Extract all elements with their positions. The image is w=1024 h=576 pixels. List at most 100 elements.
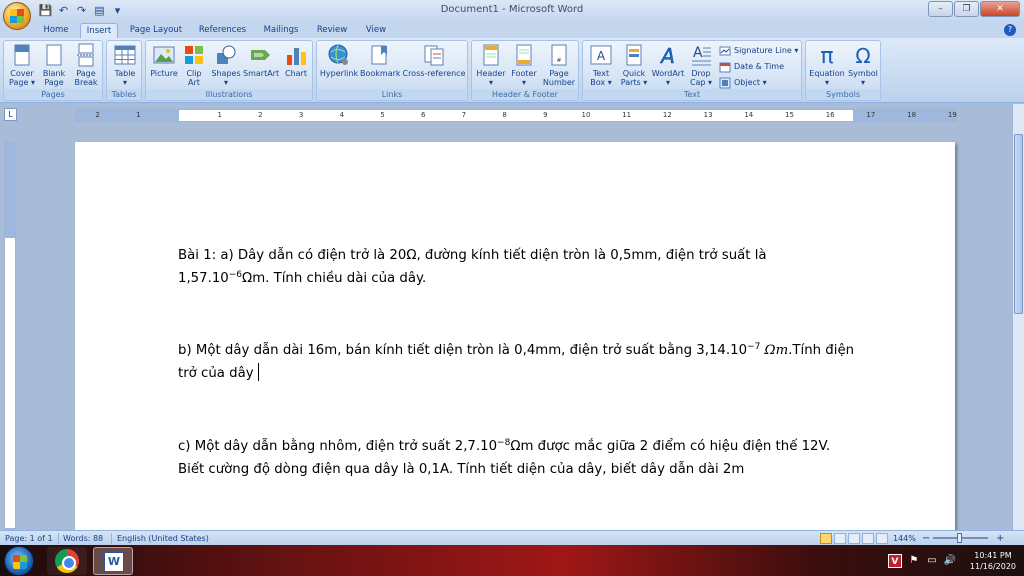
paragraph-2[interactable]: b) Một dây dẫn dài 16m, bán kính tiết di… [178, 339, 858, 385]
shapes-button[interactable]: Shapes ▾ [209, 43, 243, 87]
zoom-slider-knob[interactable] [957, 533, 962, 543]
vertical-ruler[interactable] [4, 142, 16, 529]
chart-icon [287, 48, 306, 65]
ruler-tick-label: 15 [785, 111, 794, 119]
clip-art-button[interactable]: Clip Art [181, 43, 207, 87]
scrollbar-thumb[interactable] [1014, 134, 1023, 314]
chart-button[interactable]: Chart [281, 43, 311, 78]
signature-line-button[interactable]: Signature Line ▾ [719, 44, 798, 58]
cross-reference-button[interactable]: Cross-reference [402, 43, 466, 78]
full-screen-reading-view-button[interactable] [834, 533, 846, 544]
paragraph-1[interactable]: Bài 1: a) Dây dẫn có điện trở là 20Ω, đư… [178, 244, 858, 290]
window-controls: – ❐ ✕ [928, 1, 1020, 17]
ruler-tick-label: 10 [581, 111, 591, 119]
taskbar-chrome[interactable] [47, 547, 87, 575]
table-button[interactable]: Table ▾ [109, 43, 141, 87]
draft-view-button[interactable] [876, 533, 888, 544]
tab-selector[interactable]: L [4, 108, 17, 121]
hyperlink-icon [328, 44, 348, 65]
date-time-button[interactable]: Date & Time [719, 60, 784, 74]
document-area: Bài 1: a) Dây dẫn có điện trở là 20Ω, đư… [17, 124, 1012, 530]
cover-page-button[interactable]: Cover Page ▾ [6, 43, 38, 87]
tab-mailings[interactable]: Mailings [259, 23, 303, 38]
svg-text:π: π [820, 44, 833, 67]
text-cursor [257, 363, 259, 381]
ruler-tick-label: 3 [298, 111, 304, 119]
tab-insert[interactable]: Insert [80, 23, 118, 38]
picture-icon [153, 46, 175, 64]
vertical-scrollbar[interactable] [1012, 104, 1024, 530]
ruler-tick-label: 9 [543, 111, 548, 119]
group-links: Hyperlink Bookmark Cross-reference Links [316, 40, 468, 101]
symbol-button[interactable]: Ω Symbol ▾ [846, 43, 880, 87]
page-number-icon: # [551, 44, 567, 66]
header-button[interactable]: Header ▾ [474, 43, 508, 87]
title-bar: 💾 ↶ ↷ ▤ ▾ Document1 - Microsoft Word – ❐… [0, 0, 1024, 30]
minimize-button[interactable]: – [928, 1, 953, 17]
ribbon: Cover Page ▾ Blank Page Page Break Pages Ta… [0, 38, 1024, 103]
bookmark-icon [371, 45, 387, 65]
hyperlink-button[interactable]: Hyperlink [319, 43, 359, 78]
tab-page-layout[interactable]: Page Layout [127, 23, 185, 38]
object-button[interactable]: Object ▾ [719, 76, 767, 90]
equation-button[interactable]: π Equation ▾ [808, 43, 846, 87]
status-bar: Page: 1 of 1 Words: 88 English (United S… [0, 530, 1024, 545]
tab-review[interactable]: Review [314, 23, 350, 38]
picture-button[interactable]: Picture [148, 43, 180, 78]
clock[interactable]: 10:41 PM 11/16/2020 [970, 550, 1016, 572]
drop-cap-button[interactable]: A Drop Cap ▾ [686, 43, 716, 87]
restore-button[interactable]: ❐ [954, 1, 979, 17]
group-label-pages: Pages [4, 89, 102, 100]
group-label-symbols: Symbols [806, 89, 880, 100]
outline-view-button[interactable] [862, 533, 874, 544]
volume-icon[interactable]: 🔊 [944, 555, 956, 567]
close-button[interactable]: ✕ [980, 1, 1020, 17]
ruler-tick-label: 5 [380, 111, 385, 119]
zoom-level[interactable]: 144% [893, 533, 916, 544]
page-break-button[interactable]: Page Break [70, 43, 102, 87]
text-box-button[interactable]: A Text Box ▾ [585, 43, 617, 87]
quick-parts-button[interactable]: Quick Parts ▾ [618, 43, 650, 87]
blank-page-button[interactable]: Blank Page [39, 43, 69, 87]
tab-references[interactable]: References [195, 23, 250, 38]
network-icon[interactable]: ▭ [926, 555, 938, 567]
tab-view[interactable]: View [361, 23, 391, 38]
zoom-out-button[interactable]: − [922, 533, 930, 544]
tab-home[interactable]: Home [37, 23, 75, 38]
footer-icon [516, 44, 532, 66]
ruler-row: L 2 1 1 2 3 4 5 6 7 8 9 10 11 12 13 14 15 16 17 18 19 [0, 104, 1012, 124]
ruler-tick-label: 13 [703, 111, 713, 119]
chrome-icon [55, 549, 79, 573]
horizontal-ruler[interactable]: 2 1 1 2 3 4 5 6 7 8 9 10 11 12 13 14 15 16 17 18 19 [75, 109, 957, 122]
page-count[interactable]: Page: 1 of 1 [5, 533, 53, 544]
start-button[interactable] [4, 546, 34, 576]
word-count[interactable]: Words: 88 [63, 533, 103, 544]
language-indicator[interactable]: English (United States) [117, 533, 209, 544]
wordart-button[interactable]: A WordArt ▾ [650, 43, 686, 87]
zoom-slider[interactable] [933, 533, 988, 543]
office-logo-icon [10, 9, 24, 23]
system-tray: V ⚑ ▭ 🔊 10:41 PM 11/16/2020 [887, 545, 1020, 576]
group-label-links: Links [317, 89, 467, 100]
group-label-header-footer: Header & Footer [472, 89, 578, 100]
web-layout-view-button[interactable] [848, 533, 860, 544]
ruler-tick-label: 1 [136, 111, 141, 119]
bookmark-button[interactable]: Bookmark [360, 43, 401, 78]
svg-text:#: # [556, 57, 561, 64]
zoom-in-button[interactable]: + [996, 533, 1004, 544]
paragraph-3[interactable]: c) Một dây dẫn bằng nhôm, điện trở suất … [178, 435, 858, 481]
help-icon[interactable]: ? [1004, 24, 1016, 36]
print-layout-view-button[interactable] [820, 533, 832, 544]
input-language-badge[interactable]: V [887, 553, 902, 568]
ruler-tick-label: 19 [947, 111, 957, 119]
omega-icon: Ω [855, 44, 870, 67]
taskbar-word[interactable]: W [93, 547, 133, 575]
footer-button[interactable]: Footer ▾ [508, 43, 540, 87]
action-center-icon[interactable]: ⚑ [908, 555, 920, 567]
smartart-button[interactable]: SmartArt [243, 43, 279, 78]
ruler-tick-label: 12 [662, 111, 672, 119]
windows-logo-icon [13, 555, 27, 569]
cross-reference-icon [424, 45, 444, 66]
office-button[interactable] [3, 2, 31, 30]
document-page[interactable]: Bài 1: a) Dây dẫn có điện trở là 20Ω, đư… [75, 142, 955, 530]
